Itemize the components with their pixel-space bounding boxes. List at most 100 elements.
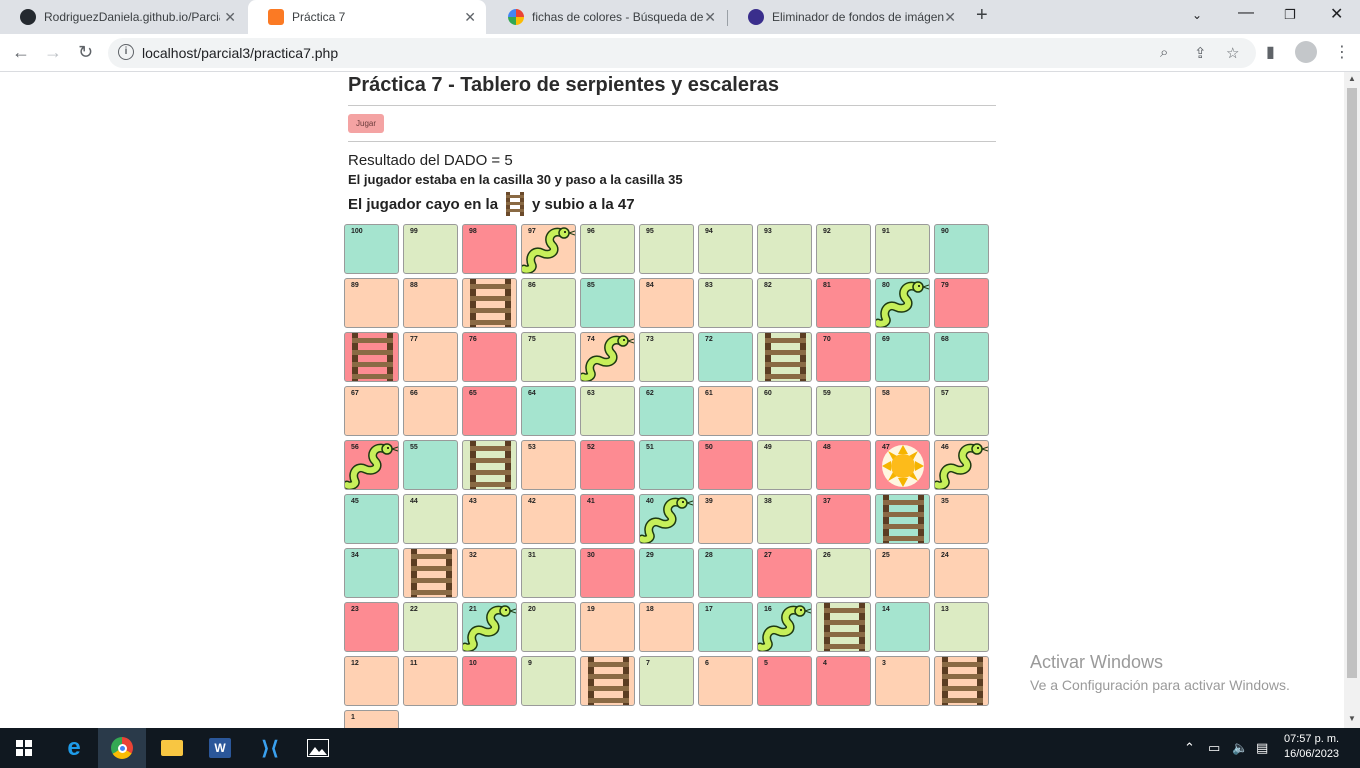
tab-title: Eliminador de fondos de imágene [772, 10, 944, 24]
notification-icon[interactable]: ▤ [1256, 740, 1268, 756]
bookmark-star-icon[interactable]: ☆ [1226, 44, 1239, 62]
cell-number: 35 [941, 498, 949, 505]
board-cell: 19 [580, 602, 635, 652]
cell-number: 82 [764, 282, 772, 289]
zoom-icon[interactable]: ⌕ [1160, 44, 1168, 61]
tab-title: Práctica 7 [292, 10, 346, 24]
cell-number: 99 [410, 228, 418, 235]
tab-practica7[interactable]: Práctica 7 ✕ [248, 0, 486, 34]
board-cell-snake: 16 [757, 602, 812, 652]
cell-number: 31 [528, 552, 536, 559]
tab-remove-bg[interactable]: Eliminador de fondos de imágene ✕ [728, 0, 966, 34]
board-cell-snake: 97 [521, 224, 576, 274]
tab-github[interactable]: RodriguezDaniela.github.io/Parcia ✕ [0, 0, 246, 34]
play-button[interactable]: Jugar [348, 114, 385, 133]
tab-google-search[interactable]: fichas de colores - Búsqueda de G ✕ [488, 0, 726, 34]
share-icon[interactable]: ⇪ [1194, 44, 1207, 62]
close-window-button[interactable]: ✕ [1330, 4, 1343, 24]
board-cell: 69 [875, 332, 930, 382]
board-cell: 90 [934, 224, 989, 274]
board-cell-snake: 56 [344, 440, 399, 490]
volume-icon[interactable]: 🔈 [1232, 740, 1248, 756]
tab-search-icon[interactable]: ⌄ [1192, 8, 1202, 22]
board-cell: 29 [639, 548, 694, 598]
board-cell: 31 [521, 548, 576, 598]
show-hidden-icons-icon[interactable]: ⌃ [1184, 740, 1195, 756]
board-cell: 13 [934, 602, 989, 652]
edge-icon[interactable]: e [50, 728, 98, 768]
cell-number: 79 [941, 282, 949, 289]
cell-number: 25 [882, 552, 890, 559]
board-cell: 86 [521, 278, 576, 328]
divider [348, 141, 996, 142]
landed-text-after: y subio a la 47 [532, 195, 635, 213]
cell-number: 58 [882, 390, 890, 397]
system-clock[interactable]: 07:57 p. m. 16/06/2023 [1284, 732, 1339, 762]
side-panel-icon[interactable]: ▮ [1266, 42, 1275, 62]
board-cell: 44 [403, 494, 458, 544]
cell-number: 19 [587, 606, 595, 613]
cell-number: 14 [882, 606, 890, 613]
board-cell: 93 [757, 224, 812, 274]
board-cell: 55 [403, 440, 458, 490]
board-cell-snake: 80 [875, 278, 930, 328]
cell-number: 56 [351, 444, 359, 451]
cell-number: 17 [705, 606, 713, 613]
board-cell: 73 [639, 332, 694, 382]
board-cell: 67 [344, 386, 399, 436]
reload-button[interactable]: ↻ [78, 42, 93, 63]
board-cell-snake: 40 [639, 494, 694, 544]
site-info-icon[interactable]: i [118, 44, 134, 60]
close-icon[interactable]: ✕ [704, 9, 716, 26]
forward-button[interactable]: → [44, 42, 62, 63]
scrollbar[interactable]: ▲ ▼ [1344, 72, 1360, 728]
board-cell: 22 [403, 602, 458, 652]
avatar[interactable] [1295, 41, 1317, 63]
cell-number: 55 [410, 444, 418, 451]
windows-start-icon[interactable] [0, 728, 48, 768]
divider [348, 105, 996, 106]
restore-button[interactable]: ❐ [1284, 7, 1296, 23]
scrollbar-thumb[interactable] [1347, 88, 1357, 678]
vscode-icon[interactable]: ⟩⟨ [246, 728, 294, 768]
board-cell: 81 [816, 278, 871, 328]
photos-icon[interactable] [294, 728, 342, 768]
cell-number: 30 [587, 552, 595, 559]
scroll-up-arrow[interactable]: ▲ [1348, 74, 1356, 83]
cell-number: 52 [587, 444, 595, 451]
cell-number: 63 [587, 390, 595, 397]
cell-number: 26 [823, 552, 831, 559]
board-cell: 62 [639, 386, 694, 436]
cell-number: 69 [882, 336, 890, 343]
board-cell: 37 [816, 494, 871, 544]
new-tab-button[interactable]: + [976, 4, 988, 27]
close-icon[interactable]: ✕ [944, 9, 956, 26]
board-cell: 53 [521, 440, 576, 490]
cell-number: 46 [941, 444, 949, 451]
scroll-down-arrow[interactable]: ▼ [1348, 714, 1356, 723]
minimize-button[interactable]: — [1238, 4, 1254, 22]
address-bar[interactable]: i localhost/parcial3/practica7.php ⌕ ⇪ ☆ [108, 38, 1256, 68]
board-cell: 82 [757, 278, 812, 328]
network-icon[interactable]: ▭ [1208, 740, 1220, 756]
board-cell: 84 [639, 278, 694, 328]
cell-number: 94 [705, 228, 713, 235]
board-cell: 20 [521, 602, 576, 652]
cell-number: 84 [646, 282, 654, 289]
cell-number: 97 [528, 228, 536, 235]
menu-icon[interactable]: ⋮ [1334, 42, 1350, 62]
board-cell: 66 [403, 386, 458, 436]
board-cell: 32 [462, 548, 517, 598]
cell-number: 96 [587, 228, 595, 235]
board-cell-ladder [757, 332, 812, 382]
chrome-icon[interactable] [98, 728, 146, 768]
board-cell: 92 [816, 224, 871, 274]
close-icon[interactable]: ✕ [464, 9, 476, 26]
word-icon[interactable]: W [196, 728, 244, 768]
board-cell: 24 [934, 548, 989, 598]
close-icon[interactable]: ✕ [224, 9, 236, 26]
back-button[interactable]: ← [12, 42, 30, 63]
file-explorer-icon[interactable] [148, 728, 196, 768]
board-cell: 59 [816, 386, 871, 436]
cell-number: 32 [469, 552, 477, 559]
